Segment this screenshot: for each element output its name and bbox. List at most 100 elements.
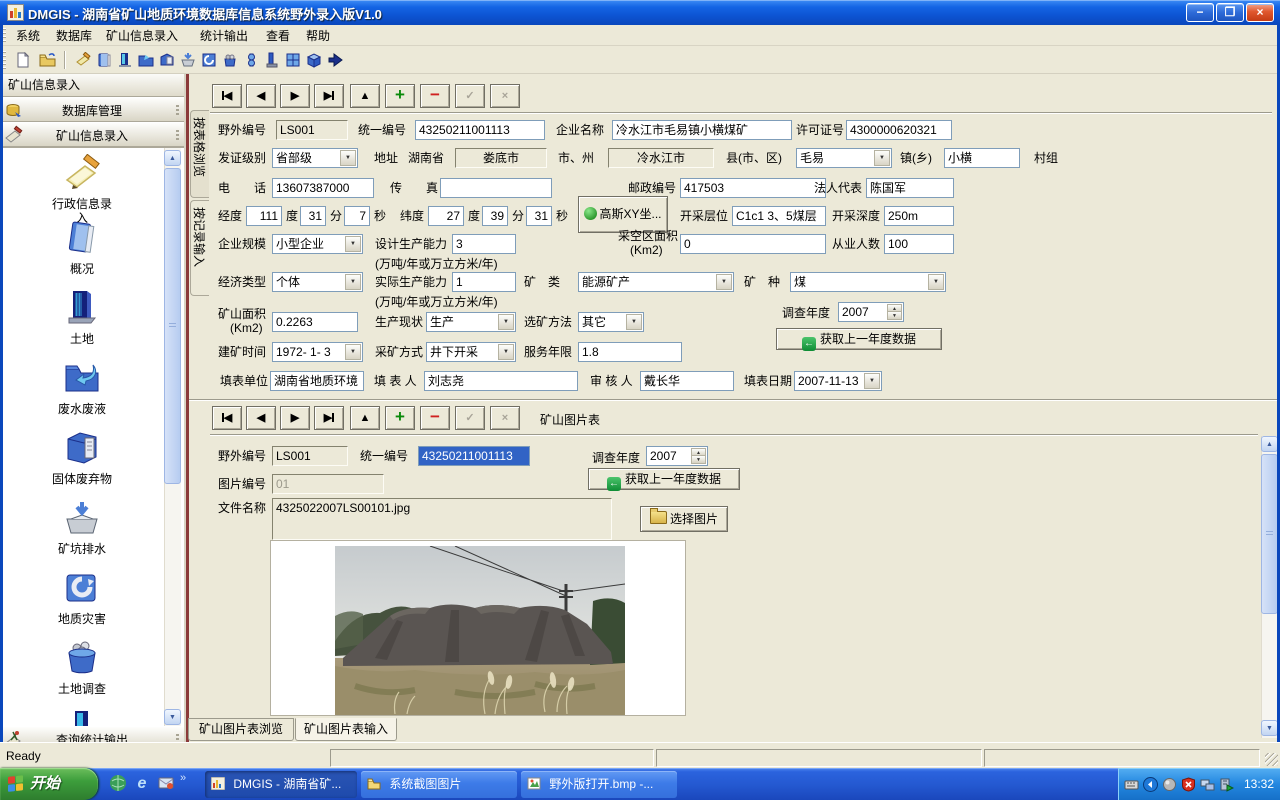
nav-confirm-button[interactable]: ✓ [455,84,485,108]
quicklaunch-mail-icon[interactable] [156,774,176,794]
spin-down-icon[interactable]: ▼ [887,311,902,320]
tray-security-shield-icon[interactable] [1181,777,1196,792]
nav-cancel-button[interactable]: × [490,84,520,108]
pic-unified-no-input[interactable]: 43250211001113 [418,446,530,466]
fax-input[interactable] [440,178,552,198]
city2-box[interactable]: 冷水江市 [608,148,714,168]
restore-button[interactable]: ❐ [1216,3,1244,22]
pic-field-no-box[interactable]: LS001 [272,446,348,466]
toolbar-pump-icon[interactable] [242,51,260,69]
status-select[interactable]: 生产▼ [426,312,516,332]
picture-scroll-thumb[interactable] [1261,454,1278,614]
design-cap-input[interactable]: 3 [452,234,516,254]
tab-table-browse[interactable]: 按表格浏览 [190,110,209,198]
chevron-down-icon[interactable]: ▼ [345,344,361,360]
sidebar-group-database[interactable]: 数据库管理 [0,97,184,122]
toolbar-exit-icon[interactable] [326,51,344,69]
layer-input[interactable]: C1c1 3、5煤层 [732,206,826,226]
field-no-box[interactable]: LS001 [276,120,348,140]
toolbar-land-icon[interactable] [116,51,134,69]
close-button[interactable]: × [1246,3,1274,22]
sidebar-scroll-thumb[interactable] [164,168,181,484]
start-button[interactable]: 开始 [0,768,98,800]
sidebar-item-partial[interactable] [14,709,150,726]
mining-select[interactable]: 井下开采▼ [426,342,516,362]
phone-input[interactable]: 13607387000 [272,178,374,198]
toolbar-overview-icon[interactable] [95,51,113,69]
checker-input[interactable]: 戴长华 [640,371,734,391]
taskbar-task-folder[interactable]: 系统截图图片 [361,771,517,798]
pic-nav-cancel-button[interactable]: × [490,406,520,430]
nav-up-button[interactable]: ▲ [350,84,380,108]
scale-select[interactable]: 小型企业▼ [272,234,363,254]
build-date-select[interactable]: 1972- 1- 3▼ [272,342,363,362]
scroll-up-icon[interactable]: ▲ [1261,436,1278,452]
menu-system[interactable]: 系统 [12,28,44,44]
scroll-down-icon[interactable]: ▼ [1261,720,1278,736]
toolbar-geo-hazard-icon[interactable] [200,51,218,69]
lng-deg-input[interactable]: 111 [246,206,282,226]
pic-nav-delete-button[interactable]: − [420,406,450,430]
menu-help[interactable]: 帮助 [302,28,334,44]
sidebar-item-drainage[interactable]: 矿坑排水 [14,499,150,556]
workers-input[interactable]: 100 [884,234,954,254]
open-folder-icon[interactable] [38,51,56,69]
pic-nav-prev-button[interactable]: ◀ [246,406,276,430]
town-input[interactable]: 小横 [944,148,1020,168]
year-spinner[interactable]: 2007 ▲ ▼ [838,302,904,322]
city-box[interactable]: 娄底市 [455,148,547,168]
lat-min-input[interactable]: 39 [482,206,508,226]
date-select[interactable]: 2007-11-13▼ [794,371,882,391]
pic-nav-last-button[interactable]: ▶ [314,406,344,430]
sidebar-item-land[interactable]: 土地 [14,289,150,346]
minimize-button[interactable]: − [1186,3,1214,22]
chevron-down-icon[interactable]: ▼ [864,373,880,389]
econ-select[interactable]: 个体▼ [272,272,363,292]
sidebar-item-land-survey[interactable]: 土地调查 [14,639,150,696]
toolbar-box-icon[interactable] [305,51,323,69]
company-input[interactable]: 冷水江市毛易镇小横煤矿 [612,120,792,140]
quicklaunch-globe-icon[interactable] [108,774,128,794]
pic-fetch-prev-year-button[interactable]: ←获取上一年度数据 [588,468,740,490]
sidebar-group-entry[interactable]: 矿山信息录入 [0,122,184,147]
tray-keyboard-icon[interactable] [1124,777,1139,792]
mine-kind-select[interactable]: 煤▼ [790,272,946,292]
nav-first-button[interactable]: ◀ [212,84,242,108]
menu-stats-output[interactable]: 统计输出 [196,28,252,44]
goaf-input[interactable]: 0 [680,234,826,254]
toolbar-wastewater-icon[interactable] [137,51,155,69]
file-name-box[interactable]: 4325022007LS00101.jpg [272,498,612,540]
tray-volume-icon[interactable] [1162,777,1177,792]
toolbar-solid-waste-icon[interactable] [158,51,176,69]
menu-view[interactable]: 查看 [262,28,294,44]
pic-nav-first-button[interactable]: ◀ [212,406,242,430]
sidebar-item-geo-hazard[interactable]: 地质灾害 [14,569,150,626]
postcode-input[interactable]: 417503 [680,178,826,198]
menu-grip[interactable] [3,28,6,43]
chevron-down-icon[interactable]: ▼ [498,314,514,330]
pic-nav-up-button[interactable]: ▲ [350,406,380,430]
area-input[interactable]: 0.2263 [272,312,358,332]
chevron-down-icon[interactable]: ▼ [498,344,514,360]
toolbar-land-survey-icon[interactable] [221,51,239,69]
nav-next-button[interactable]: ▶ [280,84,310,108]
tray-arrow-circle-icon[interactable] [1143,777,1158,792]
chevron-down-icon[interactable]: ▼ [874,150,890,166]
unit-input[interactable]: 湖南省地质环境 [270,371,364,391]
unified-no-input[interactable]: 43250211001113 [415,120,545,140]
lat-deg-input[interactable]: 27 [428,206,464,226]
chevron-down-icon[interactable]: ▼ [716,274,732,290]
sidebar-item-solid-waste[interactable]: 固体废弃物 [14,429,150,486]
chevron-down-icon[interactable]: ▼ [928,274,944,290]
new-document-icon[interactable] [14,51,32,69]
nav-delete-button[interactable]: − [420,84,450,108]
choose-picture-button[interactable]: 选择图片 [640,506,728,532]
quicklaunch-chevron-icon[interactable]: » [180,772,186,784]
chevron-down-icon[interactable]: ▼ [626,314,642,330]
tab-picture-entry[interactable]: 矿山图片表输入 [295,718,397,741]
cert-level-select[interactable]: 省部级▼ [272,148,358,168]
dressing-select[interactable]: 其它▼ [578,312,644,332]
chevron-down-icon[interactable]: ▼ [345,236,361,252]
menu-database[interactable]: 数据库 [52,28,96,44]
pic-no-box[interactable]: 01 [272,474,384,494]
